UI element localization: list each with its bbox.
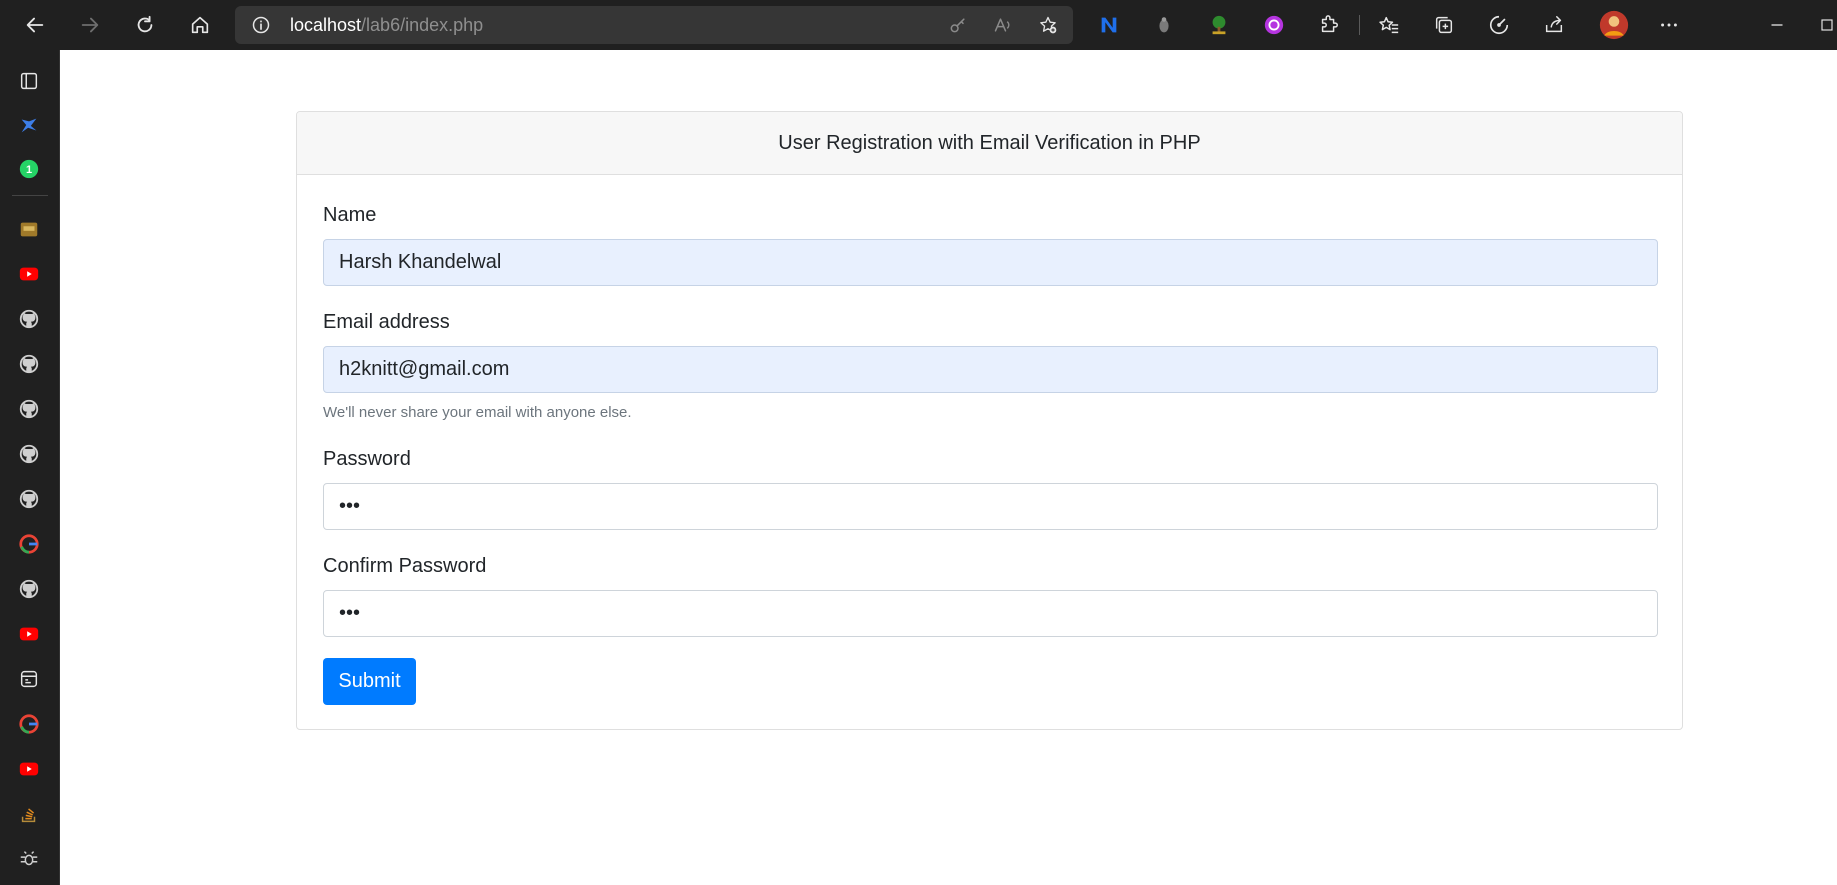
google-icon[interactable] [14, 709, 44, 739]
info-icon[interactable] [251, 15, 271, 35]
password-field[interactable] [323, 483, 1658, 530]
registration-card: User Registration with Email Verificatio… [296, 111, 1683, 730]
github-icon[interactable] [14, 349, 44, 379]
google-icon[interactable] [14, 529, 44, 559]
name-label: Name [323, 204, 377, 226]
github-icon[interactable] [14, 394, 44, 424]
email-field[interactable] [323, 346, 1658, 393]
bug-icon[interactable] [14, 844, 44, 874]
profile-avatar[interactable] [1597, 8, 1631, 42]
card-title: User Registration with Email Verificatio… [297, 112, 1682, 175]
whatsapp-icon[interactable]: 1 [14, 154, 44, 184]
sidebar-divider [12, 195, 48, 196]
password-label: Password [323, 448, 411, 470]
url-host: localhost [290, 15, 362, 35]
back-icon[interactable] [15, 6, 55, 44]
app-icon[interactable] [14, 664, 44, 694]
tab-actions-icon[interactable] [14, 66, 44, 96]
github-icon[interactable] [14, 484, 44, 514]
email-hint: We'll never share your email with anyone… [323, 404, 632, 421]
read-aloud-icon[interactable] [993, 15, 1013, 35]
github-icon[interactable] [14, 439, 44, 469]
toolbar-divider [1359, 15, 1360, 35]
home-icon[interactable] [180, 6, 220, 44]
confirm-password-label: Confirm Password [323, 555, 487, 577]
refresh-icon[interactable] [125, 6, 165, 44]
submit-button[interactable]: Submit [323, 658, 416, 705]
name-field[interactable] [323, 239, 1658, 286]
add-favorite-icon[interactable] [1038, 15, 1058, 35]
address-bar[interactable]: localhost/lab6/index.php [235, 6, 1073, 44]
confirm-password-field[interactable] [323, 590, 1658, 637]
email-label: Email address [323, 311, 450, 333]
collections-icon[interactable] [1429, 10, 1459, 40]
github-icon[interactable] [14, 304, 44, 334]
url-text[interactable]: localhost/lab6/index.php [290, 6, 483, 44]
youtube-icon[interactable] [14, 259, 44, 289]
extension-purple-icon[interactable] [1259, 10, 1289, 40]
share-icon[interactable] [1539, 10, 1569, 40]
youtube-icon[interactable] [14, 619, 44, 649]
whatsapp-badge: 1 [26, 164, 32, 176]
github-icon[interactable] [14, 574, 44, 604]
performance-icon[interactable] [1484, 10, 1514, 40]
browser-toolbar: localhost/lab6/index.php [0, 0, 1837, 50]
extensions-puzzle-icon[interactable] [1314, 10, 1344, 40]
stack-icon[interactable] [14, 799, 44, 829]
extension-tree-icon[interactable] [1204, 10, 1234, 40]
vertical-sidebar: 1 [0, 50, 60, 885]
forward-icon[interactable] [70, 6, 110, 44]
key-icon[interactable] [948, 15, 968, 35]
extension-gray-icon[interactable] [1149, 10, 1179, 40]
url-path: /lab6/index.php [361, 15, 484, 35]
maximize-icon[interactable] [1817, 10, 1837, 40]
favorites-icon[interactable] [1374, 10, 1404, 40]
folder-icon[interactable] [14, 214, 44, 244]
youtube-icon[interactable] [14, 754, 44, 784]
minimize-icon[interactable] [1762, 10, 1792, 40]
extension-n-icon[interactable] [1094, 10, 1124, 40]
more-icon[interactable] [1654, 10, 1684, 40]
bing-icon[interactable] [14, 110, 44, 140]
